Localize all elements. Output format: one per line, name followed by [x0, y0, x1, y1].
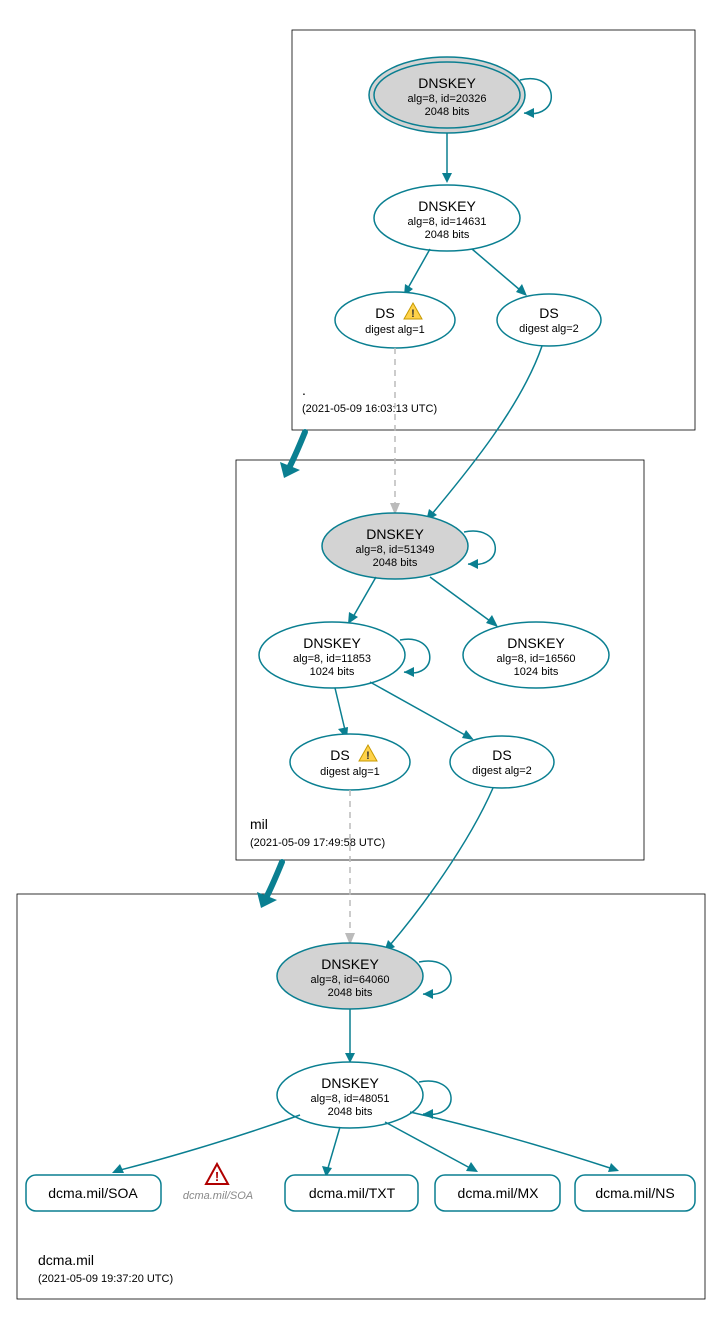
zone-dcma-timestamp: (2021-05-09 19:37:20 UTC) [38, 1273, 173, 1285]
svg-text:1024 bits: 1024 bits [514, 666, 559, 678]
svg-text:!: ! [215, 1169, 219, 1184]
arrow-mil-ksk-self [468, 559, 478, 569]
edge-mil-ksk-self [464, 531, 495, 564]
rrset-ns: dcma.mil/NS [575, 1175, 695, 1211]
node-dcma-zsk: DNSKEY alg=8, id=48051 2048 bits [277, 1062, 423, 1128]
svg-text:dcma.mil/SOA: dcma.mil/SOA [183, 1190, 253, 1202]
edge-dcma-zsk-to-ns [410, 1112, 610, 1168]
edge-mil-zsk-to-ds2 [370, 682, 465, 735]
arrow-root-zsk-to-ds2 [516, 284, 527, 296]
zone-dcma-label: dcma.mil [38, 1252, 94, 1268]
arrow-dcma-ksk-self [423, 989, 433, 999]
svg-text:alg=8, id=48051: alg=8, id=48051 [311, 1093, 390, 1105]
edge-dcma-zsk-to-mx [385, 1122, 470, 1168]
node-mil-zsk2: DNSKEY alg=8, id=16560 1024 bits [463, 622, 609, 688]
edge-mil-zsk-to-ds1 [335, 688, 345, 730]
svg-text:DNSKEY: DNSKEY [418, 75, 476, 91]
svg-text:digest alg=2: digest alg=2 [519, 323, 579, 335]
edge-mil-ksk-to-zsk [353, 577, 376, 617]
svg-text:dcma.mil/SOA: dcma.mil/SOA [48, 1185, 138, 1201]
svg-text:DS: DS [539, 305, 558, 321]
node-mil-ds2: DS digest alg=2 [450, 736, 554, 788]
svg-text:digest alg=1: digest alg=1 [320, 766, 380, 778]
svg-text:2048 bits: 2048 bits [425, 229, 470, 241]
edge-dcma-zsk-self [419, 1081, 451, 1114]
edge-dcma-zsk-to-soa [120, 1115, 300, 1170]
arrow-mil-zsk-self [404, 667, 414, 677]
svg-text:dcma.mil/MX: dcma.mil/MX [458, 1185, 540, 1201]
svg-text:dcma.mil/TXT: dcma.mil/TXT [309, 1185, 396, 1201]
svg-text:2048 bits: 2048 bits [328, 987, 373, 999]
node-mil-zsk: DNSKEY alg=8, id=11853 1024 bits [259, 622, 405, 688]
arrow-dcma-zsk-to-soa [112, 1164, 124, 1173]
svg-text:digest alg=1: digest alg=1 [365, 324, 425, 336]
edge-mil-ds2-to-dcma-ksk [390, 788, 493, 945]
svg-text:DNSKEY: DNSKEY [418, 198, 476, 214]
edge-delegation-root-mil [290, 432, 305, 466]
svg-text:alg=8, id=11853: alg=8, id=11853 [293, 653, 371, 665]
rrset-txt: dcma.mil/TXT [285, 1175, 418, 1211]
edge-dcma-zsk-to-txt [328, 1127, 340, 1168]
zone-mil-timestamp: (2021-05-09 17:49:58 UTC) [250, 837, 385, 849]
svg-text:2048 bits: 2048 bits [425, 106, 470, 118]
arrow-mil-ksk-to-zsk2 [486, 615, 498, 627]
svg-text:DNSKEY: DNSKEY [303, 635, 361, 651]
svg-text:alg=8, id=14631: alg=8, id=14631 [408, 216, 487, 228]
node-root-ds1: DS ! digest alg=1 [335, 292, 455, 348]
node-root-ds2: DS digest alg=2 [497, 294, 601, 346]
svg-text:DNSKEY: DNSKEY [321, 1075, 379, 1091]
edge-mil-ksk-to-zsk2 [430, 577, 490, 621]
svg-text:DNSKEY: DNSKEY [321, 956, 379, 972]
svg-text:!: ! [366, 750, 370, 762]
edge-dcma-ksk-self [419, 961, 451, 994]
svg-text:alg=8, id=20326: alg=8, id=20326 [408, 93, 487, 105]
svg-text:2048 bits: 2048 bits [328, 1106, 373, 1118]
svg-text:DNSKEY: DNSKEY [507, 635, 565, 651]
svg-text:DS: DS [492, 747, 511, 763]
svg-text:DS: DS [375, 305, 394, 321]
node-dcma-ksk: DNSKEY alg=8, id=64060 2048 bits [277, 943, 423, 1009]
edge-root-zsk-to-ds1 [408, 249, 430, 288]
arrow-root-ksk-self [524, 108, 534, 118]
svg-text:!: ! [411, 308, 415, 320]
svg-text:digest alg=2: digest alg=2 [472, 765, 532, 777]
error-icon: ! [206, 1164, 228, 1184]
svg-text:2048 bits: 2048 bits [373, 557, 418, 569]
svg-text:DNSKEY: DNSKEY [366, 526, 424, 542]
arrow-mil-zsk-to-ds2 [462, 730, 474, 740]
svg-text:alg=8, id=16560: alg=8, id=16560 [497, 653, 576, 665]
node-mil-ds1: DS ! digest alg=1 [290, 734, 410, 790]
edge-root-zsk-to-ds2 [472, 249, 520, 290]
arrow-dcma-zsk-to-ns [608, 1163, 619, 1172]
node-root-ksk: DNSKEY alg=8, id=20326 2048 bits [369, 57, 525, 133]
svg-text:DS: DS [330, 747, 349, 763]
rrset-soa-error: ! dcma.mil/SOA [183, 1164, 253, 1202]
node-root-zsk: DNSKEY alg=8, id=14631 2048 bits [374, 185, 520, 251]
rrset-mx: dcma.mil/MX [435, 1175, 560, 1211]
svg-text:dcma.mil/NS: dcma.mil/NS [595, 1185, 674, 1201]
zone-mil-label: mil [250, 816, 268, 832]
zone-root-timestamp: (2021-05-09 16:03:13 UTC) [302, 403, 437, 415]
rrset-soa: dcma.mil/SOA [26, 1175, 161, 1211]
node-mil-ksk: DNSKEY alg=8, id=51349 2048 bits [322, 513, 468, 579]
svg-text:alg=8, id=64060: alg=8, id=64060 [311, 974, 390, 986]
zone-root-label: . [302, 382, 306, 398]
svg-text:1024 bits: 1024 bits [310, 666, 355, 678]
arrow-root-ksk-to-zsk [442, 173, 452, 183]
edge-delegation-mil-dcma [267, 862, 282, 896]
svg-text:alg=8, id=51349: alg=8, id=51349 [356, 544, 435, 556]
